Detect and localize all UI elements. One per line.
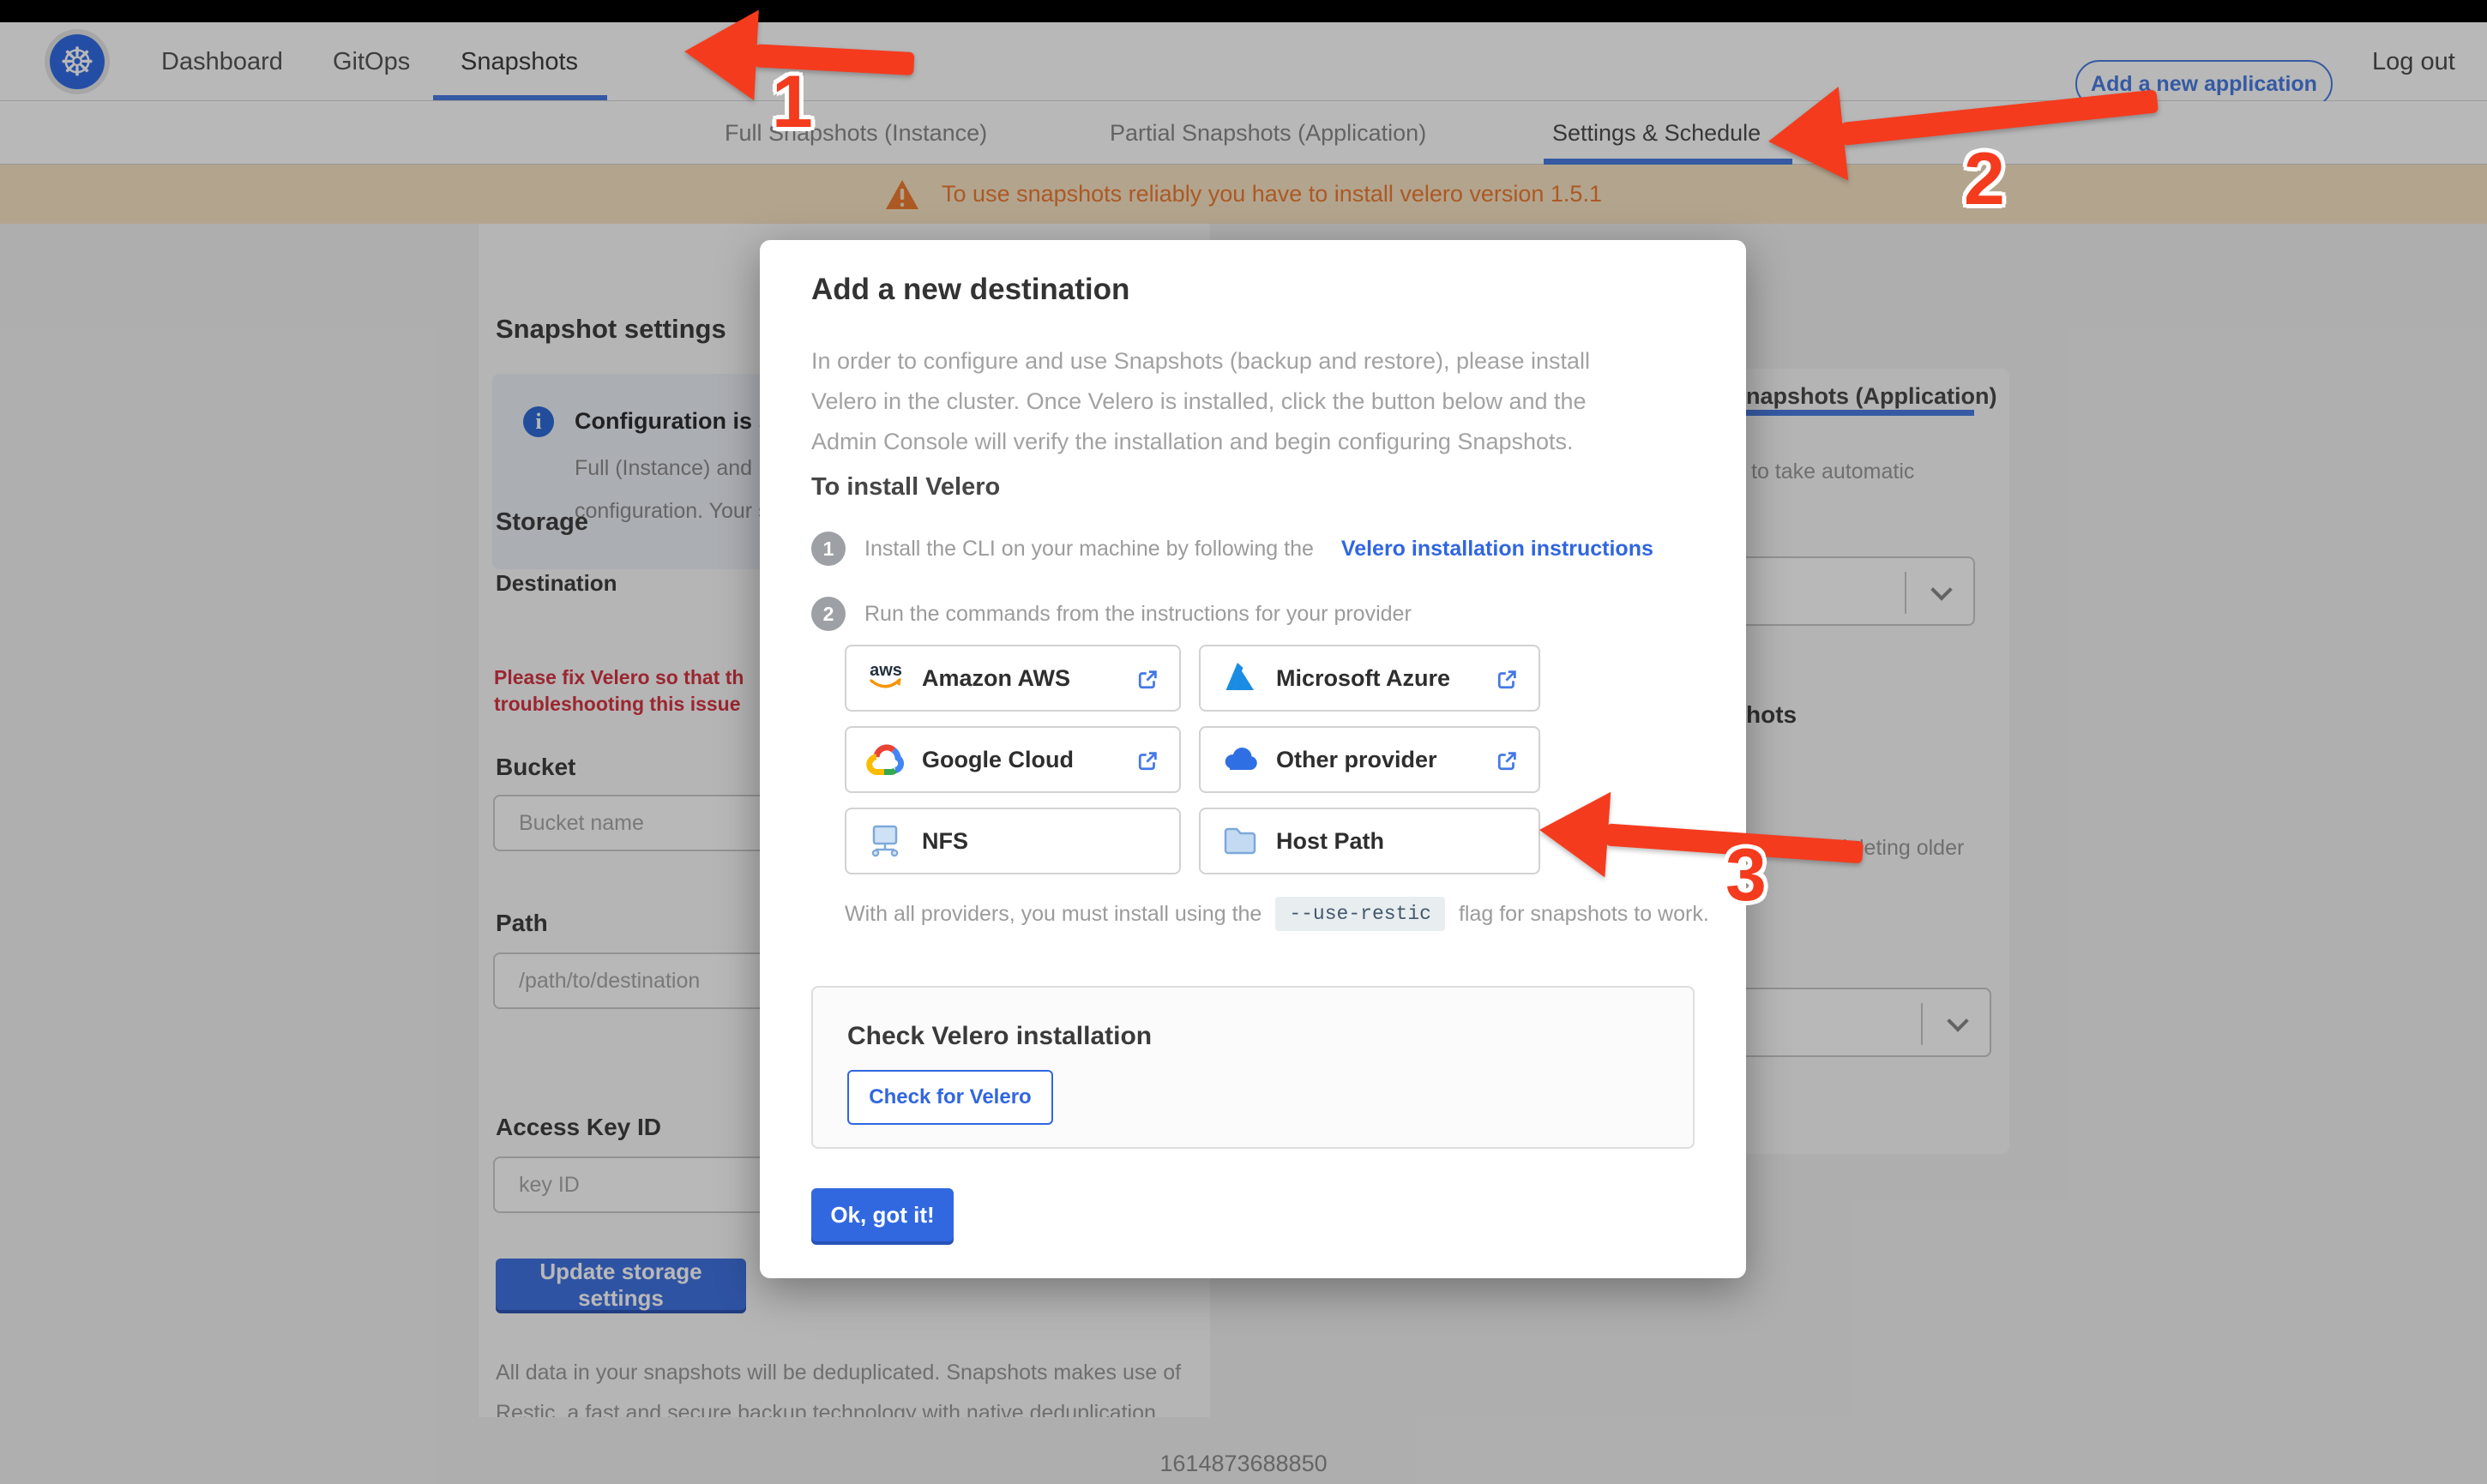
external-link-icon xyxy=(1138,752,1157,771)
check-velero-section: Check Velero installation Check for Vele… xyxy=(811,986,1695,1149)
arrow-head-icon xyxy=(1536,787,1611,878)
install-step-1: 1 Install the CLI on your machine by fol… xyxy=(811,532,1653,566)
admin-console-screen: ☸ Dashboard GitOps Snapshots Add a new a… xyxy=(0,0,2487,1484)
ok-got-it-button[interactable]: Ok, got it! xyxy=(811,1188,954,1241)
provider-button-google-cloud[interactable]: Google Cloud xyxy=(845,726,1181,793)
check-velero-heading: Check Velero installation xyxy=(847,1022,1153,1050)
arrow-head-icon xyxy=(682,6,759,101)
modal-intro-text: In order to configure and use Snapshots … xyxy=(811,341,1590,462)
arrow-head-icon xyxy=(1763,87,1849,189)
add-destination-modal: Add a new destination In order to config… xyxy=(760,240,1746,1278)
external-link-icon xyxy=(1138,670,1157,689)
provider-button-nfs[interactable]: NFS xyxy=(845,808,1181,874)
step-2-badge: 2 xyxy=(811,597,846,631)
provider-label: Other provider xyxy=(1276,746,1437,772)
provider-label: NFS xyxy=(922,827,968,854)
install-step-2: 2 Run the commands from the instructions… xyxy=(811,597,1412,631)
step-1-badge: 1 xyxy=(811,532,846,566)
provider-button-other-provider[interactable]: Other provider xyxy=(1199,726,1540,793)
provider-label: Google Cloud xyxy=(922,746,1074,772)
restic-note-suffix: flag for snapshots to work. xyxy=(1458,901,1709,926)
provider-button-amazon-aws[interactable]: aws Amazon AWS xyxy=(845,645,1181,712)
step-1-text: Install the CLI on your machine by follo… xyxy=(864,536,1314,561)
modal-intro-line3: Admin Console will verify the installati… xyxy=(811,429,1574,454)
svg-text:aws: aws xyxy=(870,661,902,680)
provider-label: Amazon AWS xyxy=(922,664,1071,691)
provider-label: Microsoft Azure xyxy=(1276,664,1451,691)
cloud-icon xyxy=(1225,748,1257,770)
restic-note-prefix: With all providers, you must install usi… xyxy=(845,901,1262,926)
modal-title: Add a new destination xyxy=(811,273,1130,306)
provider-button-host-path[interactable]: Host Path xyxy=(1199,808,1540,874)
provider-button-grid: aws Amazon AWS Microsoft Azure Google Cl… xyxy=(845,645,1540,874)
google-cloud-logo xyxy=(866,744,905,775)
modal-intro-line1: In order to configure and use Snapshots … xyxy=(811,348,1591,374)
azure-logo xyxy=(1225,663,1254,690)
aws-logo: aws xyxy=(870,661,902,688)
restic-flag-chip: --use-restic xyxy=(1275,897,1445,931)
annotation-number-1: 1 xyxy=(772,61,813,143)
install-velero-heading: To install Velero xyxy=(811,473,1001,501)
external-link-icon xyxy=(1497,670,1516,689)
external-link-icon xyxy=(1497,752,1516,771)
velero-instructions-link[interactable]: Velero installation instructions xyxy=(1341,537,1653,562)
step-2-text: Run the commands from the instructions f… xyxy=(864,601,1412,626)
modal-intro-line2: Velero in the cluster. Once Velero is in… xyxy=(811,388,1587,414)
annotation-number-2: 2 xyxy=(1964,138,2005,220)
nfs-network-folder-icon xyxy=(871,825,899,857)
check-for-velero-button[interactable]: Check for Velero xyxy=(847,1070,1053,1125)
provider-button-microsoft-azure[interactable]: Microsoft Azure xyxy=(1199,645,1540,712)
provider-label: Host Path xyxy=(1276,827,1385,854)
annotation-number-3: 3 xyxy=(1725,834,1767,916)
restic-note: With all providers, you must install usi… xyxy=(845,897,1709,931)
folder-icon xyxy=(1224,827,1256,855)
